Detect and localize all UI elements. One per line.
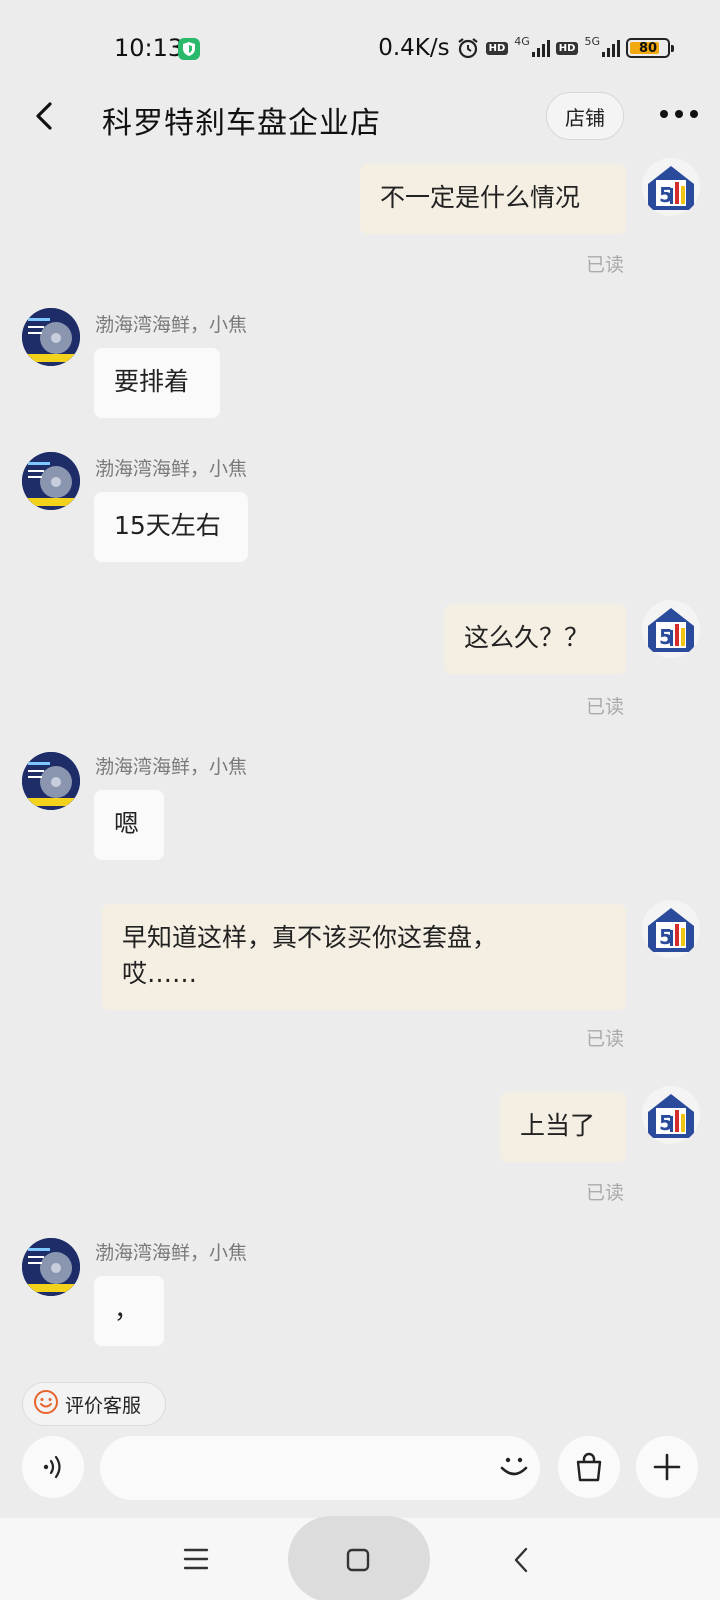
message-bubble-other[interactable]: 嗯: [94, 790, 164, 860]
security-shield-icon: [178, 38, 200, 60]
battery-level: 80: [638, 40, 658, 56]
message-text: 要排着: [114, 367, 190, 396]
avatar[interactable]: 5: [642, 1086, 700, 1144]
chat-title: 科罗特刹车盘企业店: [102, 106, 381, 141]
network-type: 4G: [514, 34, 530, 48]
battery-icon: 80: [626, 38, 674, 58]
message-text: 上当了: [520, 1111, 596, 1140]
input-bar: [0, 1436, 720, 1512]
rate-service-button[interactable]: 评价客服: [22, 1382, 166, 1426]
avatar[interactable]: [22, 752, 80, 810]
message-text-line: 哎……: [122, 959, 198, 988]
alarm-icon: [456, 36, 480, 60]
voice-icon[interactable]: [22, 1436, 84, 1498]
message-text: 不一定是什么情况: [380, 183, 581, 212]
signal-icon: [531, 39, 550, 57]
read-status: 已读: [586, 1028, 625, 1050]
rate-service-label: 评价客服: [65, 1394, 142, 1417]
smile-face-icon: [33, 1389, 59, 1419]
read-status: 已读: [586, 696, 625, 718]
avatar[interactable]: [22, 452, 80, 510]
menu-icon[interactable]: [182, 1546, 210, 1576]
avatar[interactable]: [22, 1238, 80, 1296]
network-type: 5G: [584, 34, 600, 48]
status-time: 10:13: [114, 34, 184, 62]
avatar[interactable]: 5: [642, 600, 700, 658]
emoji-icon[interactable]: [494, 1446, 534, 1490]
hd-badge: HD: [555, 41, 579, 55]
message-text: 嗯: [114, 809, 140, 838]
message-bubble-other[interactable]: ，: [94, 1276, 164, 1346]
message-bubble-self[interactable]: 早知道这样，真不该买你这套盘， 哎……: [102, 904, 626, 1010]
sender-name: 渤海湾海鲜，小焦: [95, 1242, 248, 1264]
message-bubble-self[interactable]: 这么久？？: [444, 604, 626, 674]
read-status: 已读: [586, 1182, 625, 1204]
status-indicators: 0.4K/s HD 4G HD 5G 80: [378, 33, 674, 63]
chat-header: 科罗特刹车盘企业店 店铺: [0, 84, 720, 148]
signal-icon: [602, 39, 620, 57]
message-text: 这么久？？: [464, 623, 590, 652]
sender-name: 渤海湾海鲜，小焦: [95, 458, 248, 480]
back-icon[interactable]: [28, 98, 64, 134]
sender-name: 渤海湾海鲜，小焦: [95, 756, 248, 778]
message-bubble-other[interactable]: 要排着: [94, 348, 220, 418]
avatar[interactable]: [22, 308, 80, 366]
read-status: 已读: [586, 254, 625, 276]
message-text-line: 早知道这样，真不该买你这套盘，: [122, 923, 498, 952]
system-nav-bar: [0, 1516, 720, 1600]
sender-name: 渤海湾海鲜，小焦: [95, 314, 248, 336]
hd-badge: HD: [485, 41, 509, 55]
avatar[interactable]: 5: [642, 158, 700, 216]
status-bar: 10:13 0.4K/s HD 4G HD 5G 80: [0, 0, 720, 96]
shopping-bag-icon[interactable]: [558, 1436, 620, 1498]
net-speed: 0.4K/s: [378, 35, 450, 61]
message-input[interactable]: [100, 1436, 540, 1500]
home-icon[interactable]: [344, 1546, 372, 1578]
message-bubble-self[interactable]: 不一定是什么情况: [360, 164, 626, 234]
message-bubble-self[interactable]: 上当了: [500, 1092, 626, 1162]
message-bubble-other[interactable]: 15天左右: [94, 492, 248, 562]
message-text: 15天左右: [114, 511, 221, 540]
nav-back-icon[interactable]: [512, 1546, 532, 1578]
more-icon[interactable]: [660, 110, 698, 118]
plus-icon[interactable]: [636, 1436, 698, 1498]
shop-button[interactable]: 店铺: [546, 92, 624, 140]
avatar[interactable]: 5: [642, 900, 700, 958]
message-text: ，: [114, 1295, 140, 1324]
